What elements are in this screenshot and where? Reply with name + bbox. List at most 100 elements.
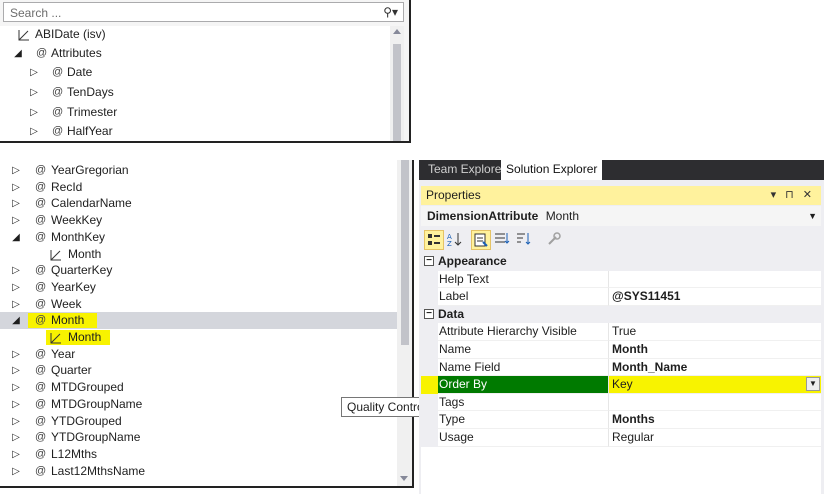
object-selector[interactable]: DimensionAttribute Month ▼ xyxy=(421,206,821,226)
expand-icon[interactable]: ▷ xyxy=(11,396,21,413)
expand-icon[interactable]: ▷ xyxy=(11,446,21,463)
top-tree-panel: Search ... ⚲▾ ABIDate (isv) ◢ @ Attribut… xyxy=(0,0,411,143)
tree-row-quarterkey[interactable]: ▷ @ QuarterKey xyxy=(0,262,397,279)
property-row-type[interactable]: Type Months xyxy=(421,411,821,429)
category-data[interactable]: − Data xyxy=(421,305,821,324)
tree-row-abidate[interactable]: ABIDate (isv) xyxy=(0,26,390,43)
expand-icon[interactable]: ▷ xyxy=(11,346,21,363)
tree-row-ytdgrouped[interactable]: ▷ @ YTDGrouped xyxy=(0,413,397,430)
collapse-icon[interactable]: ◢ xyxy=(11,229,21,246)
expand-icon[interactable]: ▷ xyxy=(29,123,39,140)
expand-icon[interactable]: ▷ xyxy=(29,84,39,101)
expand-icon[interactable]: ▷ xyxy=(11,179,21,196)
property-value[interactable]: Month xyxy=(609,341,821,359)
expand-icon[interactable]: ▷ xyxy=(11,262,21,279)
property-row-name[interactable]: Name Month xyxy=(421,341,821,359)
alphabetical-icon[interactable]: AZ xyxy=(446,230,466,250)
top-scrollbar[interactable] xyxy=(390,26,404,141)
expand-icon[interactable]: ▷ xyxy=(11,463,21,480)
tree-row-last12mthsname[interactable]: ▷ @ Last12MthsName xyxy=(0,463,397,480)
tree-row-recid[interactable]: ▷ @ RecId xyxy=(0,179,397,196)
tree-row-month-selected[interactable]: ◢ @ Month xyxy=(0,312,397,330)
property-value[interactable]: Month_Name xyxy=(609,359,821,377)
expand-icon[interactable]: ▷ xyxy=(11,195,21,212)
tree-row-halfyear[interactable]: ▷ @ HalfYear xyxy=(0,123,390,140)
expand-icon[interactable]: ▷ xyxy=(11,362,21,379)
tab-solution-explorer[interactable]: Solution Explorer xyxy=(501,160,603,180)
tree-row-year[interactable]: ▷ @ Year xyxy=(0,346,397,363)
scroll-up-icon[interactable] xyxy=(393,29,401,34)
dropdown-arrow-icon[interactable]: ▼ xyxy=(806,377,820,392)
tree-row-month-field[interactable]: Month xyxy=(0,329,397,346)
property-row-name-field[interactable]: Name Field Month_Name xyxy=(421,358,821,377)
search-placeholder[interactable]: Search ... xyxy=(10,6,61,20)
search-icon[interactable]: ⚲▾ xyxy=(383,5,398,19)
tree-row-l12mths[interactable]: ▷ @ L12Mths xyxy=(0,446,397,463)
tree-row-label: TenDays xyxy=(67,85,114,99)
property-row-attribute-hierarchy-visible[interactable]: Attribute Hierarchy Visible True xyxy=(421,323,821,341)
property-row-tags[interactable]: Tags xyxy=(421,393,821,412)
property-value[interactable]: Regular xyxy=(609,429,821,447)
property-value[interactable]: Key xyxy=(609,376,821,394)
expand-icon[interactable]: ▷ xyxy=(11,413,21,430)
collapse-icon[interactable]: ◢ xyxy=(11,312,21,329)
tree-row-weekkey[interactable]: ▷ @ WeekKey xyxy=(0,212,397,229)
attribute-icon: @ xyxy=(35,397,47,410)
expand-icon[interactable]: ▷ xyxy=(11,379,21,396)
tree-row-ytdgroupname[interactable]: ▷ @ YTDGroupName xyxy=(0,429,397,446)
collapse-icon[interactable]: − xyxy=(424,256,434,266)
tree-row-trimester[interactable]: ▷ @ Trimester xyxy=(0,104,390,121)
property-row-help-text[interactable]: Help Text xyxy=(421,270,821,289)
property-value[interactable] xyxy=(609,394,821,412)
tree-row-yearkey[interactable]: ▷ @ YearKey xyxy=(0,279,397,296)
expand-icon[interactable]: ▷ xyxy=(29,104,39,121)
property-row-label[interactable]: Label @SYS11451 xyxy=(421,288,821,306)
expand-icon[interactable]: ▷ xyxy=(11,279,21,296)
attribute-icon: @ xyxy=(35,297,47,310)
tree-row-calendarname[interactable]: ▷ @ CalendarName xyxy=(0,195,397,212)
tree-row-mtdgroupname[interactable]: ▷ @ MTDGroupName xyxy=(0,396,397,413)
property-value[interactable]: Months xyxy=(609,411,821,429)
tree-row-label: Quarter xyxy=(51,363,92,378)
attribute-icon: @ xyxy=(35,347,47,360)
bottom-scrollbar[interactable] xyxy=(397,160,412,486)
properties-window: Team Explorer Solution Explorer Properti… xyxy=(419,160,824,494)
tree-row-yeargregorian[interactable]: ▷ @ YearGregorian xyxy=(0,162,397,179)
events-icon[interactable] xyxy=(493,230,513,250)
sort-icon[interactable] xyxy=(515,230,535,250)
window-controls-icon[interactable]: ▾ ⊓ ✕ xyxy=(771,186,815,205)
properties-page-icon[interactable] xyxy=(471,230,491,250)
expand-icon[interactable]: ▷ xyxy=(11,162,21,179)
category-appearance[interactable]: − Appearance xyxy=(421,253,821,271)
attribute-icon: @ xyxy=(35,164,47,176)
chevron-down-icon[interactable]: ▼ xyxy=(808,206,817,226)
collapse-icon[interactable]: ◢ xyxy=(13,45,23,62)
tree-row-monthkey[interactable]: ◢ @ MonthKey xyxy=(0,229,397,246)
property-value[interactable] xyxy=(609,271,821,289)
tree-row-attributes[interactable]: ◢ @ Attributes xyxy=(0,45,390,62)
property-value[interactable]: True xyxy=(609,323,821,341)
property-row-usage[interactable]: Usage Regular xyxy=(421,429,821,447)
property-value[interactable]: @SYS11451 xyxy=(609,288,821,306)
wrench-icon[interactable] xyxy=(545,230,565,250)
attribute-icon: @ xyxy=(52,125,64,137)
tree-row-tendays[interactable]: ▷ @ TenDays xyxy=(0,84,390,101)
tree-row-monthkey-field[interactable]: Month xyxy=(0,246,397,263)
scrollbar-thumb[interactable] xyxy=(401,160,409,345)
property-row-order-by-selected[interactable]: Order By Key ▼ xyxy=(421,376,821,394)
expand-icon[interactable]: ▷ xyxy=(29,64,39,81)
collapse-icon[interactable]: − xyxy=(424,308,434,319)
search-box[interactable]: Search ... ⚲▾ xyxy=(3,2,404,22)
categorized-icon[interactable] xyxy=(424,230,444,250)
tree-row-date[interactable]: ▷ @ Date xyxy=(0,64,390,81)
tab-team-explorer[interactable]: Team Explorer xyxy=(423,160,510,180)
expand-icon[interactable]: ▷ xyxy=(11,429,21,446)
tree-row-week[interactable]: ▷ @ Week xyxy=(0,296,397,313)
scrollbar-thumb[interactable] xyxy=(393,44,401,141)
expand-icon[interactable]: ▷ xyxy=(11,212,21,229)
tree-row-quarter[interactable]: ▷ @ Quarter xyxy=(0,362,397,379)
tree-row-label: YearGregorian xyxy=(51,163,129,177)
expand-icon[interactable]: ▷ xyxy=(11,296,21,313)
scroll-down-icon[interactable] xyxy=(400,476,408,481)
tree-row-mtdgrouped[interactable]: ▷ @ MTDGrouped xyxy=(0,379,397,396)
